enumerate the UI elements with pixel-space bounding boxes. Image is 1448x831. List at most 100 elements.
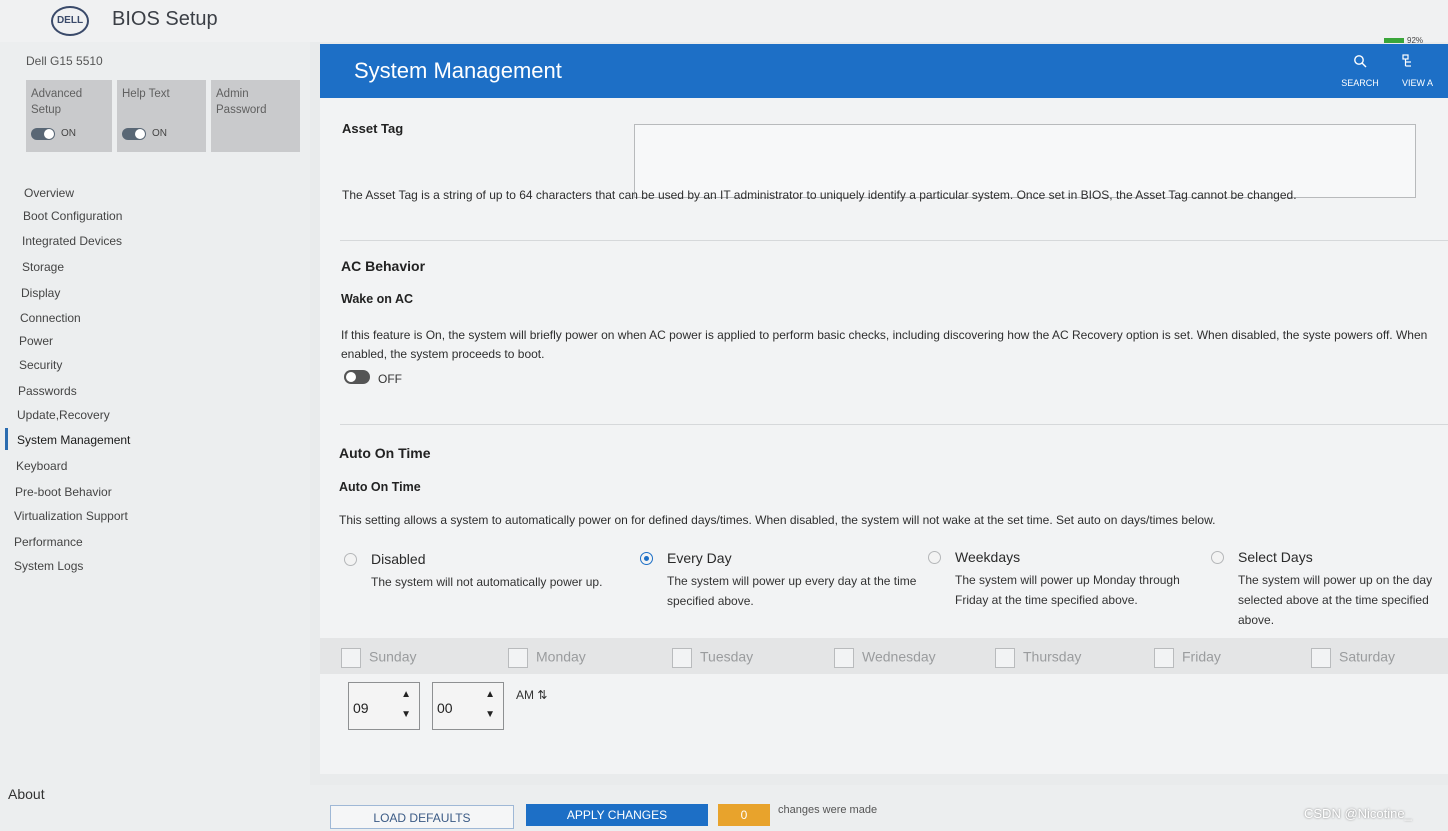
option-title: Select Days — [1238, 549, 1313, 565]
sidebar-item-power[interactable]: Power — [19, 334, 53, 348]
sidebar-item-storage[interactable]: Storage — [22, 260, 64, 274]
tile-label: Help Text — [122, 88, 170, 100]
radio-every-day[interactable] — [640, 552, 653, 565]
wake-on-ac-label: Wake on AC — [341, 292, 413, 306]
checkbox[interactable] — [995, 648, 1015, 668]
toggle-state: ON — [152, 128, 167, 139]
option-title: Disabled — [371, 551, 426, 567]
checkbox[interactable] — [1311, 648, 1331, 668]
sidebar-item-connection[interactable]: Connection — [20, 311, 81, 325]
hour-up-arrow-icon[interactable]: ▲ — [401, 689, 411, 700]
day-tuesday[interactable]: Tuesday — [672, 648, 753, 668]
minute-value: 00 — [437, 700, 453, 716]
app-title: BIOS Setup — [112, 8, 218, 30]
radio-weekdays[interactable] — [928, 551, 941, 564]
sidebar-item-system-management[interactable]: System Management — [17, 433, 130, 447]
toggle-state: ON — [61, 128, 76, 139]
option-description: The system will power up every day at th… — [667, 574, 917, 608]
sidebar-item-system-logs[interactable]: System Logs — [14, 559, 83, 573]
day-saturday[interactable]: Saturday — [1311, 648, 1395, 668]
view-icon — [1402, 54, 1448, 78]
page-title: System Management — [354, 58, 562, 83]
admin-password-tile[interactable]: Admin Password — [211, 80, 300, 152]
view-button[interactable]: VIEW A — [1402, 44, 1448, 98]
sidebar-item-overview[interactable]: Overview — [24, 186, 74, 200]
day-monday[interactable]: Monday — [508, 648, 586, 668]
sidebar-item-update-recovery[interactable]: Update,Recovery — [17, 408, 110, 422]
day-wednesday[interactable]: Wednesday — [834, 648, 936, 668]
hour-down-arrow-icon[interactable]: ▼ — [401, 709, 411, 720]
sidebar-item-pre-boot-behavior[interactable]: Pre-boot Behavior — [15, 485, 112, 499]
checkbox[interactable] — [508, 648, 528, 668]
day-label: Sunday — [369, 648, 417, 665]
option-description: The system will power up Monday through … — [955, 573, 1180, 607]
sidebar-item-security[interactable]: Security — [19, 358, 62, 372]
checkbox[interactable] — [834, 648, 854, 668]
checkbox[interactable] — [341, 648, 361, 668]
radio-select-days[interactable] — [1211, 551, 1224, 564]
sidebar-item-keyboard[interactable]: Keyboard — [16, 459, 67, 473]
tile-label: Advanced Setup — [31, 88, 83, 116]
hour-value: 09 — [353, 700, 369, 716]
sidebar-item-virtualization-support[interactable]: Virtualization Support — [14, 509, 128, 523]
auto-on-time-description: This setting allows a system to automati… — [339, 513, 1216, 527]
about-link[interactable]: About — [8, 786, 45, 802]
main-content: Asset Tag The Asset Tag is a string of u… — [320, 98, 1448, 774]
sidebar-item-integrated-devices[interactable]: Integrated Devices — [22, 234, 122, 248]
checkbox[interactable] — [1154, 648, 1174, 668]
advanced-setup-tile[interactable]: Advanced Setup ON — [26, 80, 112, 152]
top-bar: DELL BIOS Setup — [0, 0, 1448, 42]
battery-icon — [1384, 38, 1404, 44]
wake-on-ac-description: If this feature is On, the system will b… — [341, 328, 1428, 361]
option-description: The system will not automatically power … — [371, 575, 603, 589]
search-icon — [1330, 54, 1390, 78]
day-label: Saturday — [1339, 648, 1396, 665]
load-defaults-button[interactable]: LOAD DEFAULTS — [330, 805, 514, 829]
search-button[interactable]: SEARCH — [1330, 44, 1390, 98]
help-text-toggle[interactable] — [122, 128, 146, 140]
minute-up-arrow-icon[interactable]: ▲ — [485, 689, 495, 700]
auto-on-time-label: Auto On Time — [339, 480, 421, 494]
model-name: Dell G15 5510 — [26, 54, 103, 68]
view-label: VIEW A — [1402, 78, 1434, 88]
am-pm-toggle[interactable]: AM ⇅ — [516, 688, 547, 702]
advanced-setup-toggle[interactable] — [31, 128, 55, 140]
day-label: Friday — [1182, 648, 1221, 665]
option-description: The system will power up on the day sele… — [1238, 573, 1433, 627]
sidebar-item-performance[interactable]: Performance — [14, 535, 83, 549]
changes-count-badge: 0 — [718, 804, 770, 826]
active-indicator — [5, 428, 8, 450]
radio-disabled[interactable] — [344, 553, 357, 566]
auto-on-time-heading: Auto On Time — [339, 445, 431, 461]
tile-label: Admin Password — [216, 88, 267, 116]
divider — [340, 424, 1448, 425]
asset-tag-heading: Asset Tag — [342, 121, 404, 136]
day-thursday[interactable]: Thursday — [995, 648, 1081, 668]
wake-on-ac-toggle[interactable] — [344, 370, 370, 384]
sidebar: Dell G15 5510 Advanced Setup ON Help Tex… — [0, 42, 310, 831]
divider — [340, 240, 1448, 241]
changes-text: changes were made — [778, 804, 878, 816]
minute-spinner[interactable]: 00 ▲ ▼ — [432, 682, 504, 730]
watermark: CSDN @Nicotine_ — [1304, 806, 1412, 821]
day-label: Monday — [536, 648, 586, 665]
checkbox[interactable] — [672, 648, 692, 668]
minute-down-arrow-icon[interactable]: ▼ — [485, 709, 495, 720]
asset-tag-description: The Asset Tag is a string of up to 64 ch… — [342, 188, 1297, 202]
sidebar-item-passwords[interactable]: Passwords — [18, 384, 77, 398]
footer-bar: LOAD DEFAULTS APPLY CHANGES 0 changes we… — [310, 785, 1448, 831]
sidebar-item-boot-configuration[interactable]: Boot Configuration — [23, 209, 122, 223]
day-friday[interactable]: Friday — [1154, 648, 1221, 668]
search-label: SEARCH — [1341, 78, 1379, 88]
apply-changes-button[interactable]: APPLY CHANGES — [526, 804, 708, 826]
option-title: Every Day — [667, 550, 732, 566]
day-label: Wednesday — [862, 648, 936, 665]
option-title: Weekdays — [955, 549, 1021, 565]
hour-spinner[interactable]: 09 ▲ ▼ — [348, 682, 420, 730]
page-header: System Management SEARCH VIEW A — [320, 44, 1448, 98]
day-sunday[interactable]: Sunday — [341, 648, 416, 668]
sidebar-item-display[interactable]: Display — [21, 286, 60, 300]
help-text-tile[interactable]: Help Text ON — [117, 80, 206, 152]
day-label: Thursday — [1023, 648, 1082, 665]
day-label: Tuesday — [700, 648, 754, 665]
